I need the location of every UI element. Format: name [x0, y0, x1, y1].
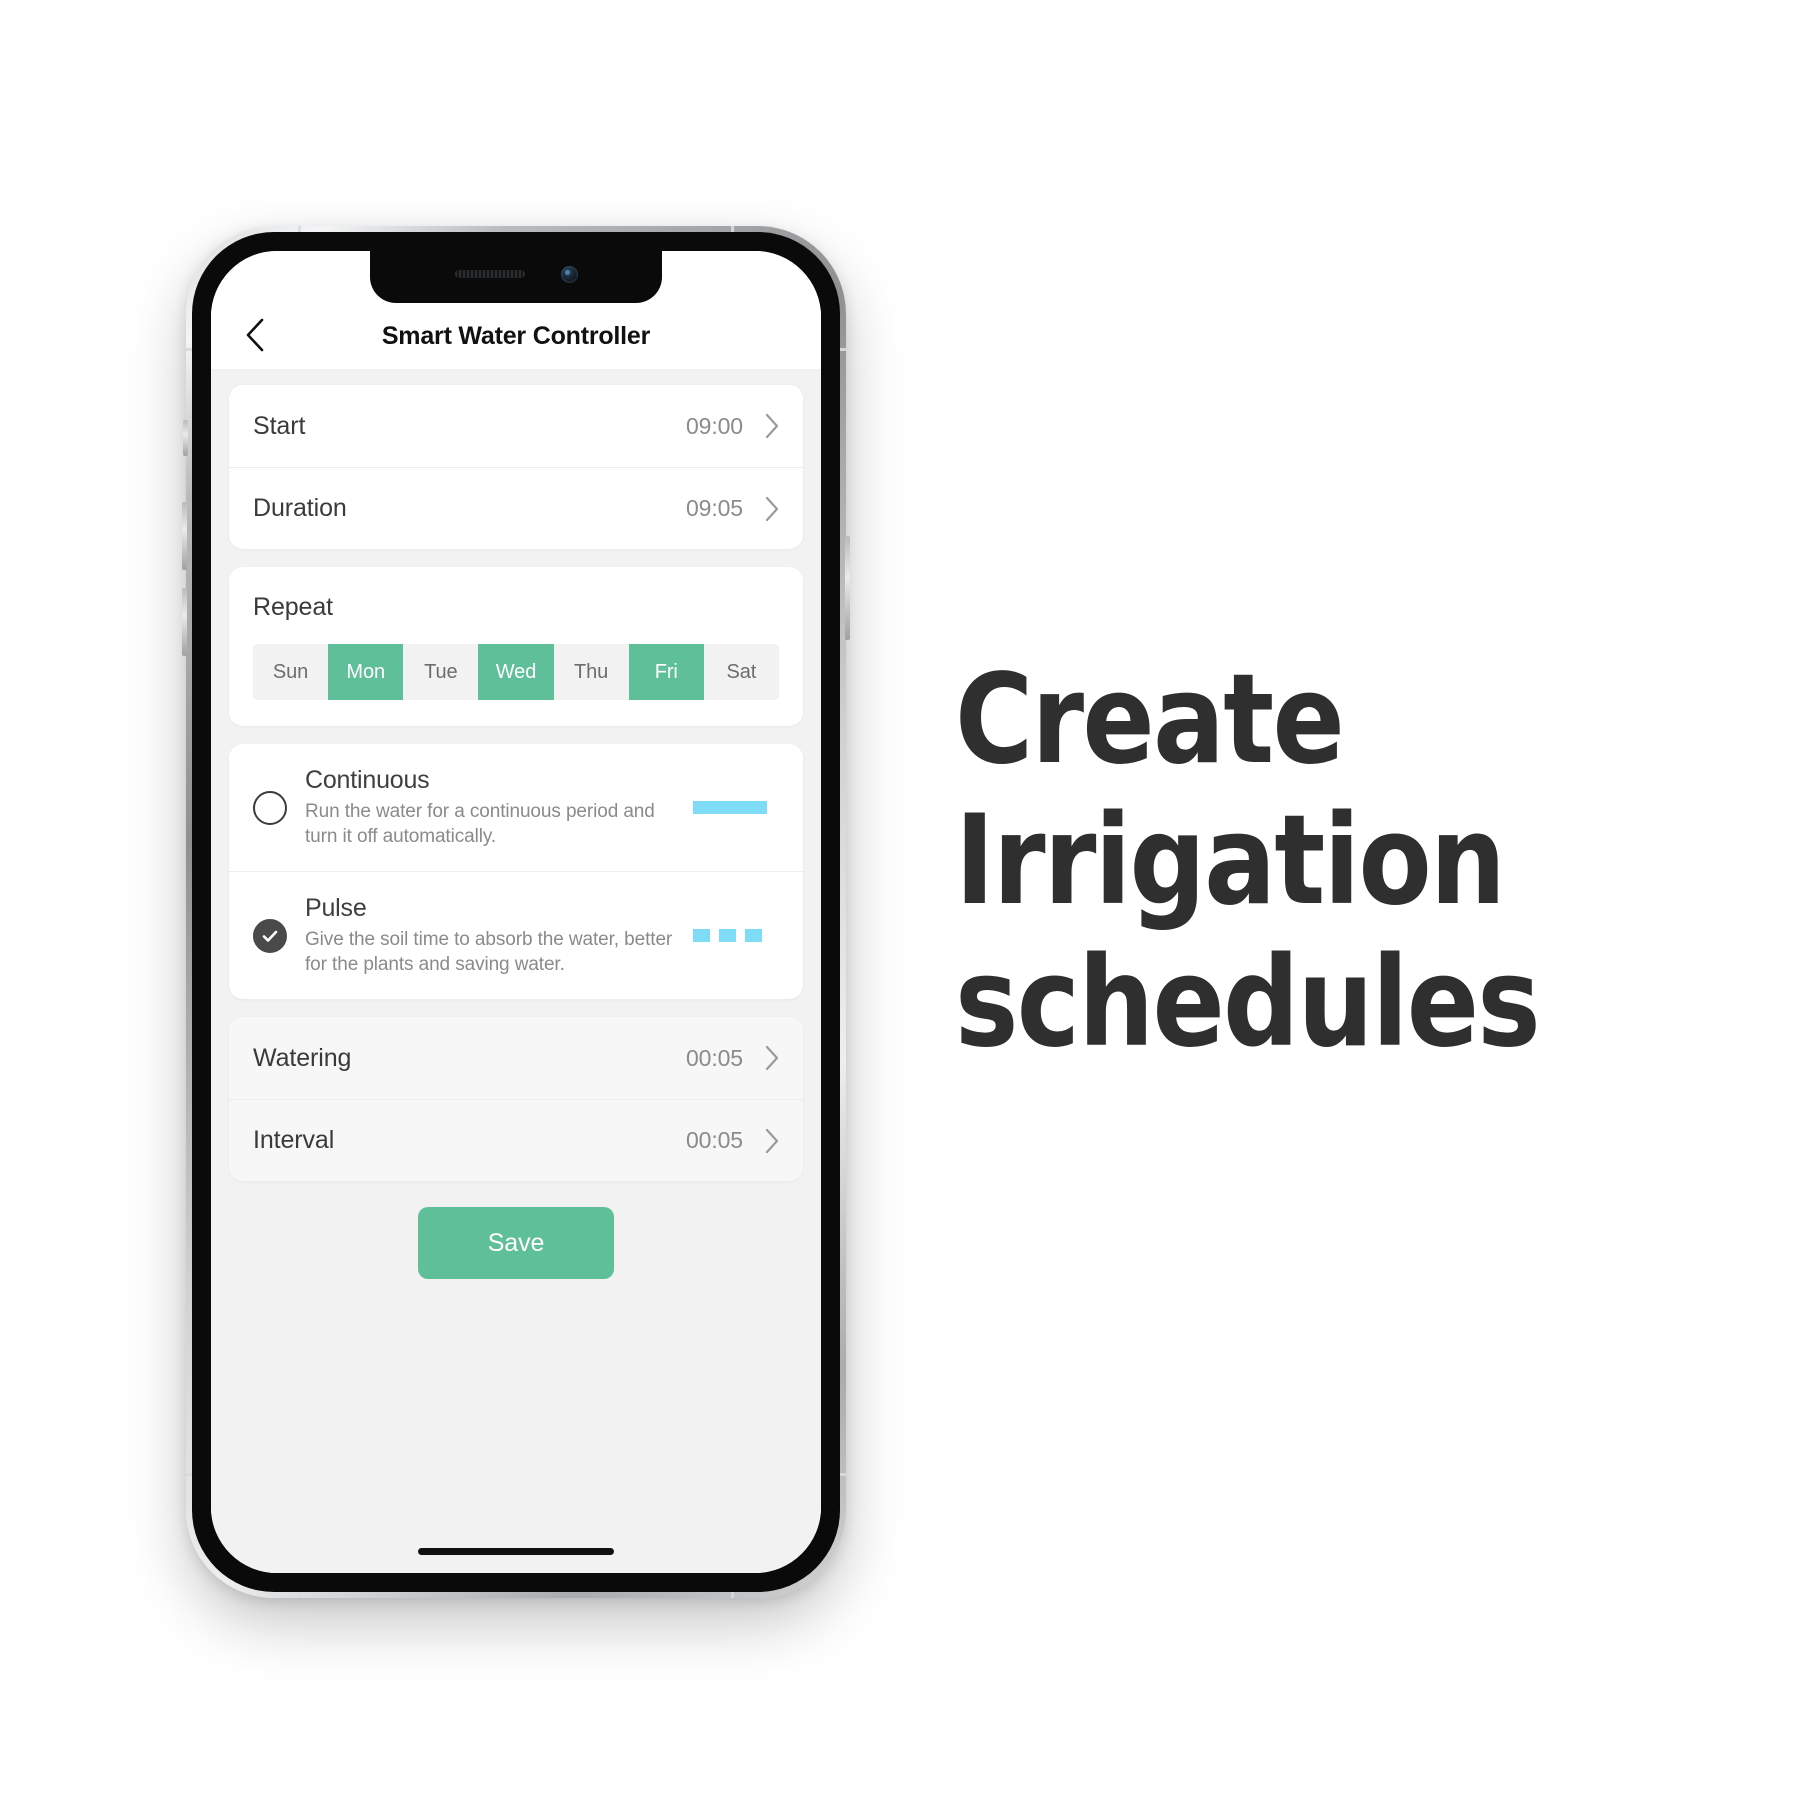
mode-option-pulse[interactable]: Pulse Give the soil time to absorb the w…	[229, 871, 803, 999]
scroll-content[interactable]: Start 09:00 Duration 09:05 Repeat Sun Mo…	[211, 369, 821, 1573]
pulse-pattern-icon	[693, 929, 779, 943]
weekday-sun[interactable]: Sun	[253, 644, 329, 700]
home-indicator[interactable]	[418, 1548, 614, 1555]
speaker-grille-icon	[454, 270, 525, 278]
weekday-mon[interactable]: Mon	[328, 644, 404, 700]
chevron-right-icon	[765, 413, 779, 439]
back-button[interactable]	[233, 313, 277, 357]
mode-option-continuous[interactable]: Continuous Run the water for a continuou…	[229, 744, 803, 871]
weekday-selector: Sun Mon Tue Wed Thu Fri Sat	[229, 644, 803, 700]
marketing-headline: Create Irrigation schedules	[955, 648, 1609, 1075]
row-label: Interval	[253, 1126, 335, 1155]
mode-text: Continuous Run the water for a continuou…	[305, 766, 681, 849]
row-label: Start	[253, 411, 306, 440]
volume-down-button[interactable]	[182, 588, 187, 656]
poster-canvas: Smart Water Controller Start 09:00 Durat…	[0, 0, 1800, 1800]
headline-line-2: Irrigation	[955, 789, 1506, 934]
weekday-wed[interactable]: Wed	[478, 644, 554, 700]
headline-line-1: Create	[955, 648, 1345, 792]
volume-up-button[interactable]	[182, 502, 187, 570]
mode-card: Continuous Run the water for a continuou…	[229, 744, 803, 1000]
save-button-container: Save	[211, 1207, 821, 1280]
mode-title: Pulse	[305, 894, 367, 923]
row-value: 09:00	[685, 412, 743, 439]
row-label: Watering	[253, 1043, 352, 1072]
row-value: 00:05	[685, 1044, 743, 1071]
silent-switch[interactable]	[183, 420, 188, 456]
pulse-settings-card: Watering 00:05 Interval 00:05	[229, 1017, 803, 1182]
chevron-left-icon	[246, 318, 264, 352]
row-duration[interactable]: Duration 09:05	[229, 467, 803, 549]
weekday-fri[interactable]: Fri	[628, 644, 704, 700]
schedule-card: Start 09:00 Duration 09:05	[229, 385, 803, 549]
chevron-right-icon	[765, 496, 779, 521]
radio-unchecked-icon[interactable]	[253, 790, 287, 825]
repeat-title: Repeat	[253, 593, 334, 621]
save-button[interactable]: Save	[418, 1207, 614, 1280]
mode-description: Run the water for a continuous period an…	[305, 801, 655, 848]
row-value: 09:05	[685, 495, 743, 521]
phone-body: Smart Water Controller Start 09:00 Durat…	[192, 232, 840, 1592]
check-icon	[262, 930, 278, 942]
row-watering[interactable]: Watering 00:05	[229, 1017, 803, 1100]
phone-mockup: Smart Water Controller Start 09:00 Durat…	[182, 226, 850, 1598]
page-title: Smart Water Controller	[381, 322, 651, 350]
row-interval[interactable]: Interval 00:05	[229, 1099, 803, 1182]
phone-screen: Smart Water Controller Start 09:00 Durat…	[211, 251, 821, 1573]
chevron-right-icon	[765, 1046, 779, 1071]
radio-checked-icon[interactable]	[253, 918, 287, 953]
chevron-right-icon	[765, 1128, 779, 1153]
repeat-card: Repeat Sun Mon Tue Wed Thu Fri Sat	[229, 567, 803, 726]
mode-text: Pulse Give the soil time to absorb the w…	[305, 894, 681, 977]
app-screen: Smart Water Controller Start 09:00 Durat…	[211, 251, 821, 1573]
weekday-sat[interactable]: Sat	[703, 644, 779, 700]
front-camera-icon	[560, 265, 578, 283]
headline-line-3: schedules	[955, 930, 1541, 1075]
power-button[interactable]	[845, 536, 850, 640]
row-label: Duration	[253, 494, 347, 522]
mode-title: Continuous	[305, 766, 430, 794]
continuous-pattern-icon	[693, 801, 779, 815]
mode-description: Give the soil time to absorb the water, …	[305, 929, 673, 976]
row-start[interactable]: Start 09:00	[229, 385, 803, 467]
weekday-tue[interactable]: Tue	[403, 644, 479, 700]
weekday-thu[interactable]: Thu	[553, 644, 629, 700]
row-value: 00:05	[685, 1127, 743, 1154]
notch	[370, 251, 662, 303]
